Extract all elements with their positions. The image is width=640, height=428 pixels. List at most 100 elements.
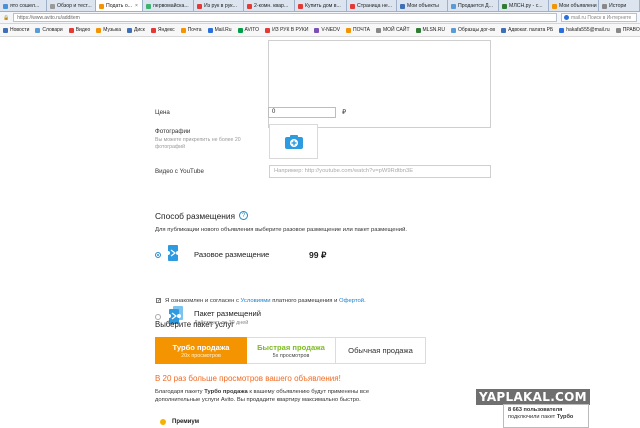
single-placement-label[interactable]: Разовое размещение [194, 250, 269, 259]
bookmark-item[interactable]: Словари [35, 27, 63, 33]
bookmark-item[interactable]: Адвокат. палата РБ [501, 27, 553, 33]
bookmark-favicon-icon [314, 27, 320, 33]
bookmark-label: Адвокат. палата РБ [508, 27, 554, 33]
bookmark-item[interactable]: V-NEDV [314, 27, 340, 33]
bookmark-item[interactable]: МОЙ САЙТ [375, 27, 410, 33]
bookmark-favicon-icon [501, 27, 507, 33]
agree-prefix: Я ознакомлен и согласен с [165, 298, 239, 304]
promo-description: Благодаря пакету Турбо продажа к вашему … [155, 388, 405, 404]
browser-tab[interactable]: первомайска... [143, 0, 194, 11]
bookmark-favicon-icon [451, 27, 457, 33]
offer-link[interactable]: Офертой [339, 298, 364, 304]
browser-tab[interactable]: Истори [599, 0, 640, 11]
promo-before: Благодаря пакету [155, 389, 203, 395]
bookmark-item[interactable]: AVITO [237, 27, 259, 33]
browser-tab[interactable]: Мои объявлени [549, 0, 599, 11]
bookmark-item[interactable]: Видео [68, 27, 90, 33]
bookmarks-bar: Новости Словари Видео Музыка Диск Яндекс Почта… [0, 24, 640, 37]
tab-label: первомайска... [153, 3, 189, 9]
bookmark-label: V-NEDV [321, 27, 341, 33]
help-icon[interactable]: ? [239, 211, 248, 220]
browser-tab[interactable]: Купить дом в... [295, 0, 347, 11]
tab-favicon-icon [247, 3, 252, 9]
url-field[interactable]: https://www.avito.ru/additem [13, 13, 557, 22]
bookmark-item[interactable]: Mail.Ru [207, 27, 232, 33]
bookmark-favicon-icon [68, 27, 74, 33]
bookmark-item[interactable]: Образцы дог-ов [451, 27, 495, 33]
browser-tab[interactable]: ято сошел... [0, 0, 47, 11]
tab-favicon-icon [552, 3, 557, 9]
bookmark-favicon-icon [375, 27, 381, 33]
premium-icon [160, 419, 166, 425]
yaplakal-watermark: YAPLAKAL.COM [476, 389, 590, 405]
add-photo-button[interactable] [269, 124, 318, 159]
youtube-label: Видео с YouTube [155, 168, 204, 175]
tab-label: Из рук в рук... [204, 3, 237, 9]
bookmark-favicon-icon [96, 27, 102, 33]
bookmark-item[interactable]: hakafa555@mail.ru [559, 27, 610, 33]
bookmark-item[interactable]: Музыка [96, 27, 121, 33]
price-currency: ₽ [342, 109, 347, 116]
single-placement-radio[interactable] [155, 252, 161, 258]
photos-hint: Вы можете прикрепить не более 20 фотогра… [155, 137, 241, 150]
browser-tab[interactable]: Из рук в рук... [194, 0, 244, 11]
tab-label: Истори [609, 3, 627, 9]
tab-favicon-icon [602, 3, 607, 9]
bookmark-favicon-icon [237, 27, 243, 33]
bookmark-item[interactable]: ПОЧТА [346, 27, 370, 33]
bookmark-item[interactable]: Новости [3, 27, 29, 33]
bookmark-label: МОЙ САЙТ [382, 27, 410, 33]
tab-favicon-icon [197, 3, 202, 9]
bookmark-favicon-icon [559, 27, 565, 33]
single-placement-price: 99 ₽ [309, 250, 327, 260]
placement-title: Способ размещения [155, 211, 236, 221]
turbo-sale-name: Турбо продажа [172, 342, 230, 352]
browser-tab[interactable]: Мои объекты [397, 0, 448, 11]
avito-additem-page: Цена 0 ₽ Фотографии Вы можете прикрепить… [0, 37, 640, 428]
tab-favicon-icon [350, 3, 355, 9]
tab-favicon-icon [451, 3, 456, 9]
youtube-url-input[interactable]: Например: http://youtube.com/watch?v=pW9… [269, 165, 491, 178]
browser-tab[interactable]: МЛСН.ру - с... [499, 0, 549, 11]
tab-label: Продается Д... [458, 3, 494, 9]
browser-search-box[interactable]: mail.ru Поиск в Интернете [561, 13, 637, 22]
normal-sale-name: Обычная продажа [348, 346, 413, 355]
browser-tab-bar: ято сошел... Обзор и тест... Подать о... × п… [0, 0, 640, 12]
tab-label: Мои объявлени [559, 3, 597, 9]
fast-sale-option[interactable]: Быстрая продажа 5x просмотров [247, 337, 336, 364]
agree-checkbox[interactable]: ✓ [156, 298, 161, 304]
bookmark-item[interactable]: Диск [126, 27, 145, 33]
terms-link[interactable]: Условиями [241, 298, 271, 304]
bookmark-favicon-icon [265, 27, 271, 33]
browser-tab[interactable]: Подать о... × [96, 0, 143, 11]
bookmark-label: Почта [187, 27, 202, 33]
bookmark-label: hakafa555@mail.ru [566, 27, 610, 33]
tab-favicon-icon [50, 3, 55, 9]
bookmark-label: Яндекс [157, 27, 175, 33]
package-placement-label[interactable]: Пакет размещений [194, 309, 261, 318]
placement-note: Для публикации нового объявления выберит… [155, 227, 408, 233]
turbo-sale-option[interactable]: Турбо продажа 20x просмотров [155, 337, 247, 364]
browser-tab[interactable]: Обзор и тест... [47, 0, 96, 11]
tab-label: Мои объекты [407, 3, 439, 9]
bookmark-label: ПОЧТА [353, 27, 370, 33]
tab-label: Купить дом в... [305, 3, 341, 9]
price-input[interactable]: 0 [268, 107, 336, 118]
bookmark-favicon-icon [3, 27, 8, 33]
agree-text: Я ознакомлен и согласен с Условиями плат… [165, 298, 366, 304]
bookmark-label: MLSN.RU [422, 27, 446, 33]
browser-tab[interactable]: 2-комн. квар... [244, 0, 295, 11]
bookmark-favicon-icon [180, 27, 186, 33]
bookmark-item[interactable]: MLSN.RU [415, 27, 446, 33]
bookmark-favicon-icon [126, 27, 132, 33]
normal-sale-option[interactable]: Обычная продажа [336, 337, 426, 364]
bookmark-item[interactable]: Яндекс [150, 27, 175, 33]
bookmark-item[interactable]: ПРАВО конкуре [615, 27, 640, 33]
bookmark-favicon-icon [615, 27, 621, 33]
bookmark-item[interactable]: Почта [180, 27, 202, 33]
tab-favicon-icon [400, 3, 405, 9]
browser-tab[interactable]: Продается Д... [448, 0, 499, 11]
tab-close-icon[interactable]: × [135, 3, 138, 9]
browser-tab[interactable]: Страница не... [347, 0, 397, 11]
bookmark-item[interactable]: ИЗ РУК В РУКИ [265, 27, 308, 33]
